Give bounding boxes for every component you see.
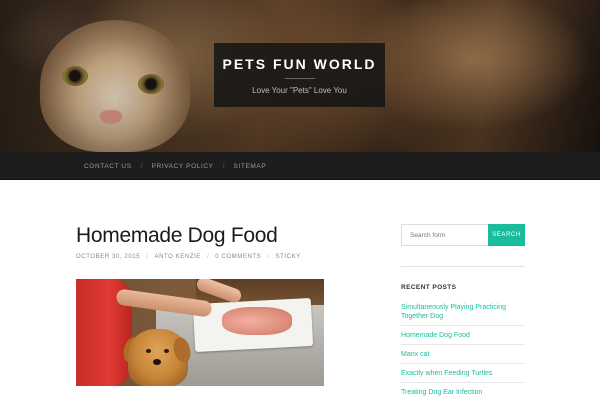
main-navigation: CONTACT US / PRIVACY POLICY / SITEMAP (0, 152, 600, 180)
nav-item-privacy-policy[interactable]: PRIVACY POLICY (152, 163, 214, 170)
post-title[interactable]: Homemade Dog Food (76, 224, 278, 248)
sidebar-divider (401, 266, 525, 267)
recent-post-link[interactable]: Treating Dog Ear Infection (401, 383, 525, 400)
recent-post-link[interactable]: Simultaneously Playing Practicing Togeth… (401, 300, 525, 326)
sticky-label: STICKY (275, 254, 301, 260)
search-input[interactable] (401, 224, 488, 246)
recent-posts-title: RECENT POSTS (401, 284, 457, 291)
image-dog-eye-left (146, 349, 151, 353)
header-banner-image: PETS FUN WORLD Love Your "Pets" Love You (0, 0, 600, 152)
post-meta: OCTOBER 30, 2015 / ANTO KENZIE / 0 COMME… (76, 254, 301, 260)
search-button[interactable]: SEARCH (488, 224, 525, 246)
post-featured-image[interactable] (76, 279, 324, 386)
nav-separator: / (222, 162, 225, 170)
recent-post-link[interactable]: Exactly when Feeding Turtles (401, 364, 525, 383)
recent-post-link[interactable]: Manx cat (401, 345, 525, 364)
recent-posts-list: Simultaneously Playing Practicing Togeth… (401, 300, 525, 400)
post-comments-link[interactable]: 0 COMMENTS (215, 254, 261, 260)
post-author[interactable]: ANTO KENZIE (154, 254, 201, 260)
nav-menu: CONTACT US / PRIVACY POLICY / SITEMAP (84, 152, 266, 180)
meta-separator: / (267, 254, 270, 260)
recent-post-link[interactable]: Homemade Dog Food (401, 326, 525, 345)
image-dog-eye-right (164, 349, 169, 353)
site-branding[interactable]: PETS FUN WORLD Love Your "Pets" Love You (214, 43, 385, 107)
image-raw-meat (222, 307, 292, 335)
nav-item-sitemap[interactable]: SITEMAP (234, 163, 267, 170)
nav-separator: / (140, 162, 143, 170)
title-divider (284, 78, 315, 79)
nav-item-contact-us[interactable]: CONTACT US (84, 163, 132, 170)
meta-separator: / (146, 254, 149, 260)
meta-separator: / (206, 254, 210, 260)
site-tagline: Love Your "Pets" Love You (252, 86, 347, 95)
site-title[interactable]: PETS FUN WORLD (214, 56, 385, 72)
post-date[interactable]: OCTOBER 30, 2015 (76, 254, 140, 260)
image-dog-nose (153, 359, 161, 365)
